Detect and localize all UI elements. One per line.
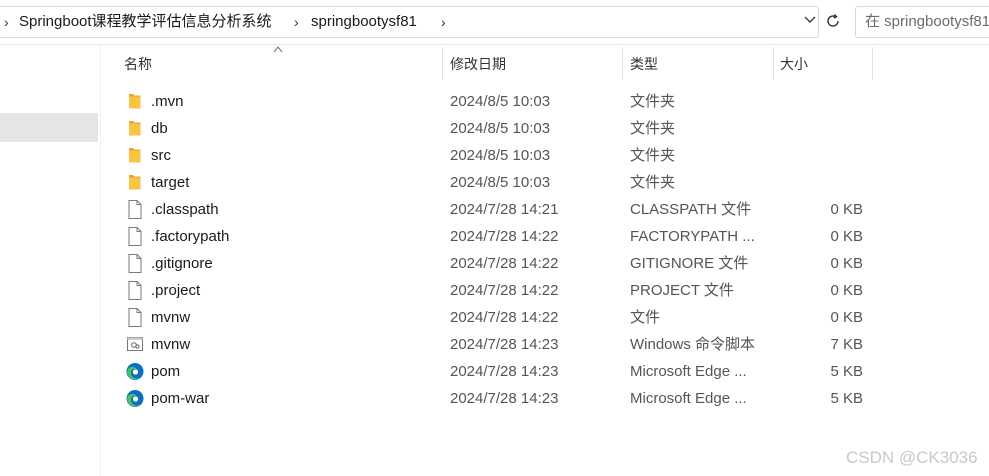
file-size: 0 KB xyxy=(830,255,863,272)
history-dropdown-icon[interactable] xyxy=(804,12,816,28)
file-name: mvnw xyxy=(151,309,191,326)
column-divider[interactable] xyxy=(442,47,443,80)
file-modified-date: 2024/7/28 14:22 xyxy=(450,255,559,272)
file-type: 文件 xyxy=(630,309,661,326)
file-icon xyxy=(125,199,145,220)
edge-icon xyxy=(125,361,145,382)
file-row[interactable]: .mvn 2024/8/5 10:03 文件夹 xyxy=(101,88,989,115)
file-row[interactable]: pom-war 2024/7/28 14:23 Microsoft Edge ...… xyxy=(101,385,989,412)
file-name: pom xyxy=(151,363,181,380)
file-name: target xyxy=(151,174,190,191)
file-modified-date: 2024/7/28 14:22 xyxy=(450,309,559,326)
column-divider[interactable] xyxy=(872,47,873,80)
file-row[interactable]: mvnw 2024/7/28 14:22 文件 0 KB xyxy=(101,304,989,331)
file-size: 0 KB xyxy=(830,228,863,245)
file-row[interactable]: db 2024/8/5 10:03 文件夹 xyxy=(101,115,989,142)
file-name: mvnw xyxy=(151,336,191,353)
folder-icon xyxy=(125,172,145,193)
file-name: db xyxy=(151,120,168,137)
file-row[interactable]: pom 2024/7/28 14:23 Microsoft Edge ... 5 KB xyxy=(101,358,989,385)
folder-icon xyxy=(125,145,145,166)
file-size: 7 KB xyxy=(830,336,863,353)
folder-icon xyxy=(125,118,145,139)
file-size: 0 KB xyxy=(830,282,863,299)
file-name: .factorypath xyxy=(151,228,230,245)
file-size: 5 KB xyxy=(830,363,863,380)
file-row[interactable]: mvnw 2024/7/28 14:23 Windows 命令脚本 7 KB xyxy=(101,331,989,358)
file-type: 文件夹 xyxy=(630,93,676,110)
file-icon xyxy=(125,253,145,274)
file-row[interactable]: .gitignore 2024/7/28 14:22 GITIGNORE 文件 0 K… xyxy=(101,250,989,277)
search-placeholder: 在 springbootysf81 xyxy=(865,13,989,30)
file-name: pom-war xyxy=(151,390,210,407)
chevron-right-icon[interactable]: › xyxy=(441,7,446,37)
file-type: Windows 命令脚本 xyxy=(630,336,756,353)
file-name: .gitignore xyxy=(151,255,213,272)
column-divider[interactable] xyxy=(773,47,774,80)
address-bar: › Springboot课程教学评估信息分析系统 › springbootysf… xyxy=(0,0,989,45)
breadcrumb[interactable]: › Springboot课程教学评估信息分析系统 › springbootysf… xyxy=(0,6,819,38)
file-name: .project xyxy=(151,282,201,299)
column-header-type[interactable]: 类型 xyxy=(630,45,658,81)
file-row[interactable]: src 2024/8/5 10:03 文件夹 xyxy=(101,142,989,169)
breadcrumb-item[interactable]: springbootysf81 xyxy=(311,7,417,37)
file-name: .classpath xyxy=(151,201,219,218)
file-icon xyxy=(125,226,145,247)
breadcrumb-item[interactable]: Springboot课程教学评估信息分析系统 xyxy=(19,7,272,37)
file-modified-date: 2024/8/5 10:03 xyxy=(450,174,551,191)
file-type: 文件夹 xyxy=(630,120,676,137)
file-type: Microsoft Edge ... xyxy=(630,363,747,380)
column-header-name[interactable]: 名称 xyxy=(124,45,152,81)
file-type: 文件夹 xyxy=(630,174,676,191)
file-list[interactable]: .mvn 2024/8/5 10:03 文件夹 db 2024/8/5 10:03 文件夹… xyxy=(101,88,989,412)
folder-icon xyxy=(125,91,145,112)
file-row[interactable]: .project 2024/7/28 14:22 PROJECT 文件 0 KB xyxy=(101,277,989,304)
file-modified-date: 2024/7/28 14:23 xyxy=(450,390,559,407)
file-modified-date: 2024/7/28 14:22 xyxy=(450,282,559,299)
file-modified-date: 2024/7/28 14:21 xyxy=(450,201,559,218)
sort-ascending-icon xyxy=(273,45,283,56)
nav-item-selected[interactable] xyxy=(0,113,98,142)
file-name: .mvn xyxy=(151,93,184,110)
search-input[interactable]: 在 springbootysf81 xyxy=(855,6,989,38)
file-size: 0 KB xyxy=(830,309,863,326)
file-name: src xyxy=(151,147,171,164)
file-modified-date: 2024/7/28 14:23 xyxy=(450,363,559,380)
file-size: 0 KB xyxy=(830,201,863,218)
file-type: Microsoft Edge ... xyxy=(630,390,747,407)
edge-icon xyxy=(125,388,145,409)
column-header-row: 名称 修改日期 类型 大小 xyxy=(101,45,989,81)
column-divider[interactable] xyxy=(622,47,623,80)
file-modified-date: 2024/8/5 10:03 xyxy=(450,120,551,137)
file-type: PROJECT 文件 xyxy=(630,282,734,299)
file-size: 5 KB xyxy=(830,390,863,407)
file-icon xyxy=(125,280,145,301)
file-row[interactable]: .factorypath 2024/7/28 14:22 FACTORYPATH .… xyxy=(101,223,989,250)
file-type: 文件夹 xyxy=(630,147,676,164)
chevron-right-icon[interactable]: › xyxy=(4,7,9,37)
file-modified-date: 2024/8/5 10:03 xyxy=(450,93,551,110)
column-header-size[interactable]: 大小 xyxy=(780,45,808,81)
chevron-right-icon[interactable]: › xyxy=(294,7,299,37)
file-row[interactable]: target 2024/8/5 10:03 文件夹 xyxy=(101,169,989,196)
file-row[interactable]: .classpath 2024/7/28 14:21 CLASSPATH 文件 0 K… xyxy=(101,196,989,223)
file-modified-date: 2024/7/28 14:22 xyxy=(450,228,559,245)
column-header-date[interactable]: 修改日期 xyxy=(450,45,506,81)
watermark: CSDN @CK3036 xyxy=(846,448,978,467)
file-type: FACTORYPATH ... xyxy=(630,228,755,245)
file-modified-date: 2024/7/28 14:23 xyxy=(450,336,559,353)
refresh-icon[interactable] xyxy=(822,6,844,36)
file-icon xyxy=(125,307,145,328)
script-file-icon xyxy=(125,334,145,355)
file-modified-date: 2024/8/5 10:03 xyxy=(450,147,551,164)
navigation-pane[interactable] xyxy=(0,45,101,476)
file-type: CLASSPATH 文件 xyxy=(630,201,752,218)
file-type: GITIGNORE 文件 xyxy=(630,255,749,272)
